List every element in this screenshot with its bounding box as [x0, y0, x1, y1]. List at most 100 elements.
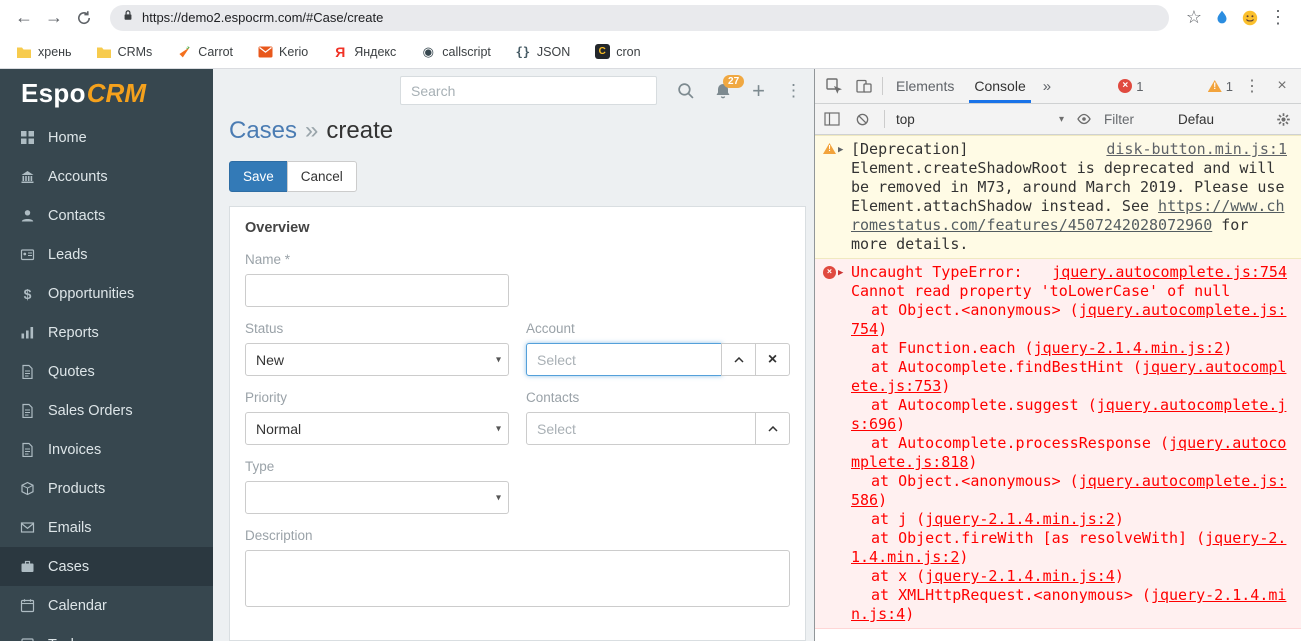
home-icon	[20, 130, 35, 145]
sidebar-item-invoices[interactable]: Invoices	[0, 430, 213, 469]
sidebar-item-reports[interactable]: Reports	[0, 313, 213, 352]
bookmark-kerio[interactable]: Kerio	[257, 44, 308, 60]
sidebar-item-emails[interactable]: Emails	[0, 508, 213, 547]
error-icon: ×	[823, 266, 836, 279]
refresh-icon[interactable]	[70, 4, 98, 32]
building-icon	[20, 169, 35, 184]
console-filter-input[interactable]	[1104, 111, 1170, 127]
status-label: Status	[245, 321, 284, 336]
breadcrumb-cases-link[interactable]: Cases	[229, 117, 297, 144]
contacts-field[interactable]	[526, 412, 756, 445]
page-body: Espo CRM Home Accounts Contacts Leads $ O…	[0, 69, 1301, 641]
stack-frame: at Object.<anonymous> (jquery.autocomple…	[851, 472, 1287, 509]
sidebar-item-sales-orders[interactable]: Sales Orders	[0, 391, 213, 430]
error-icon: ×	[1118, 79, 1133, 93]
bookmark-json[interactable]: {} JSON	[515, 44, 571, 60]
cancel-button[interactable]: Cancel	[286, 161, 357, 192]
bookmark-folder-crms[interactable]: CRMs	[96, 44, 152, 60]
description-field[interactable]	[245, 550, 790, 607]
stack-frame: at XMLHttpRequest.<anonymous> (jquery-2.…	[851, 586, 1287, 623]
expand-arrow-icon[interactable]: ▶	[838, 141, 843, 160]
bookmark-star-icon[interactable]: ☆	[1181, 5, 1207, 31]
bookmark-callscript[interactable]: ◉ callscript	[420, 44, 491, 60]
device-toolbar-icon[interactable]	[849, 69, 879, 103]
more-tabs-icon[interactable]: »	[1036, 78, 1058, 95]
case-form: Name * Status New ▾ Account Select × Pri…	[230, 238, 805, 612]
account-clear-button[interactable]: ×	[755, 343, 790, 376]
type-select[interactable]: ▾	[245, 481, 509, 514]
chevron-down-icon: ▾	[495, 423, 501, 434]
contacts-select-button[interactable]	[755, 412, 790, 445]
overview-panel: Overview Name * Status New ▾ Account Sel…	[229, 206, 806, 641]
source-link[interactable]: jquery-2.1.4.min.js:2	[925, 510, 1115, 528]
header-menu-icon[interactable]: ⋮	[785, 81, 802, 101]
tab-elements[interactable]: Elements	[886, 69, 964, 103]
error-badge[interactable]: × 1	[1114, 79, 1147, 94]
quick-create-icon[interactable]: +	[752, 79, 765, 102]
status-select[interactable]: New ▾	[245, 343, 509, 376]
divider	[884, 110, 885, 128]
devtools-close-icon[interactable]: ×	[1267, 69, 1297, 103]
save-button[interactable]: Save	[229, 161, 288, 192]
extension-icon-blue[interactable]	[1209, 5, 1235, 31]
log-levels-dropdown[interactable]: Defau	[1178, 112, 1214, 127]
document-icon	[20, 403, 35, 418]
account-select-button[interactable]	[721, 343, 756, 376]
sidebar-item-contacts[interactable]: Contacts	[0, 196, 213, 235]
sidebar-item-quotes[interactable]: Quotes	[0, 352, 213, 391]
breadcrumb: Cases » create	[229, 117, 814, 145]
envelope-icon	[20, 520, 35, 535]
sidebar-item-accounts[interactable]: Accounts	[0, 157, 213, 196]
sidebar-item-products[interactable]: Products	[0, 469, 213, 508]
name-label: Name *	[245, 252, 291, 267]
search-icon[interactable]	[677, 82, 694, 99]
expand-arrow-icon[interactable]: ▶	[838, 264, 843, 283]
clear-console-icon[interactable]	[851, 104, 873, 134]
source-link[interactable]: jquery-2.1.4.min.js:2	[1034, 339, 1224, 357]
bookmark-folder-hren[interactable]: хрень	[16, 44, 72, 60]
warning-badge[interactable]: ! 1	[1204, 79, 1237, 94]
forward-icon[interactable]: →	[40, 4, 68, 32]
search-input[interactable]	[400, 76, 658, 105]
app-header: 27 + ⋮	[213, 69, 814, 105]
close-icon: ×	[767, 350, 778, 368]
sidebar-item-tasks[interactable]: Tasks	[0, 625, 213, 641]
document-icon	[20, 364, 35, 379]
name-field[interactable]	[245, 274, 509, 307]
priority-select[interactable]: Normal ▾	[245, 412, 509, 445]
sidebar-item-home[interactable]: Home	[0, 118, 213, 157]
context-selector[interactable]: top ▾	[896, 112, 1064, 127]
inspect-element-icon[interactable]	[819, 69, 849, 103]
back-icon[interactable]: ←	[10, 4, 38, 32]
calendar-icon	[20, 598, 35, 613]
browser-menu-icon[interactable]: ⋮	[1265, 5, 1291, 31]
main-content: 27 + ⋮ Cases » create Save Cancel Overview…	[213, 69, 814, 641]
bookmark-yandex[interactable]: Я Яндекс	[332, 44, 396, 60]
box-icon	[20, 481, 35, 496]
devtools-menu-icon[interactable]: ⋮	[1237, 69, 1267, 103]
type-label: Type	[245, 459, 275, 474]
notifications-bell-icon[interactable]: 27	[714, 74, 745, 100]
sidebar-item-opportunities[interactable]: $ Opportunities	[0, 274, 213, 313]
live-expression-eye-icon[interactable]	[1072, 104, 1096, 134]
account-field[interactable]	[526, 343, 722, 376]
url-text: https://demo2.espocrm.com/#Case/create	[142, 10, 384, 25]
extension-icon-smiley[interactable]	[1237, 5, 1263, 31]
source-link[interactable]: jquery-2.1.4.min.js:4	[925, 567, 1115, 585]
sidebar-item-cases[interactable]: Cases	[0, 547, 213, 586]
bookmark-cron[interactable]: C cron	[594, 44, 641, 60]
sidebar-item-leads[interactable]: Leads	[0, 235, 213, 274]
address-bar[interactable]: https://demo2.espocrm.com/#Case/create	[110, 4, 1169, 31]
source-link[interactable]: disk-button.min.js:1	[1106, 140, 1287, 159]
gear-icon[interactable]	[1271, 104, 1295, 134]
sidebar-item-calendar[interactable]: Calendar	[0, 586, 213, 625]
bookmark-carrot[interactable]: Carrot	[176, 44, 233, 60]
stack-frame: at Object.<anonymous> (jquery.autocomple…	[851, 301, 1287, 338]
console-sidebar-icon[interactable]	[821, 104, 843, 134]
tab-console[interactable]: Console	[964, 69, 1035, 103]
stack-frame: at j (jquery-2.1.4.min.js:2)	[871, 510, 1124, 528]
console-toolbar: top ▾ Defau	[815, 104, 1301, 135]
breadcrumb-separator: »	[305, 117, 319, 144]
source-link[interactable]: jquery.autocomplete.js:754	[1052, 263, 1287, 282]
espocrm-logo[interactable]: Espo CRM	[0, 69, 213, 118]
